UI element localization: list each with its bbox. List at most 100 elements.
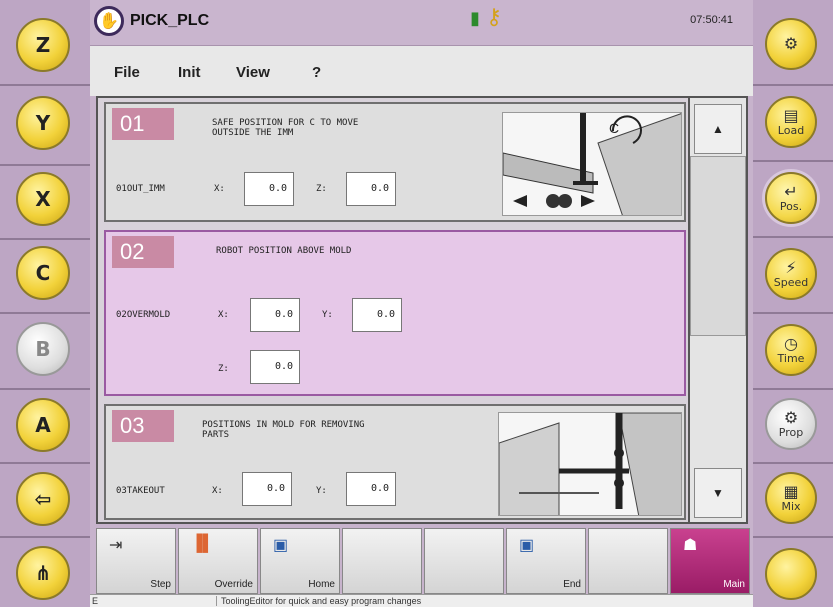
- menu-init[interactable]: Init: [178, 64, 201, 81]
- c-axis-icon: C: [35, 261, 51, 285]
- empty-toolbar-button[interactable]: [342, 528, 422, 594]
- y-field[interactable]: 0.0: [346, 472, 396, 506]
- prop-label: Prop: [778, 425, 804, 439]
- pos-button[interactable]: ↵ Pos.: [765, 172, 817, 224]
- blank-function-button[interactable]: [765, 548, 817, 600]
- mix-button[interactable]: ▦ Mix: [765, 472, 817, 524]
- gripper-rotate-button[interactable]: ⇦: [16, 472, 70, 526]
- status-indicator: E: [92, 596, 99, 606]
- status-icons: ▮ ⚷: [470, 4, 502, 30]
- app-title: PICK_PLC: [130, 12, 210, 29]
- gripper-button[interactable]: ⋔: [16, 546, 70, 600]
- robot-tool-icon: ⚙: [783, 34, 799, 53]
- load-label: Load: [777, 123, 805, 137]
- mix-label: Mix: [781, 499, 801, 513]
- z-axis-icon: Z: [35, 33, 51, 57]
- home-label: Home: [308, 579, 335, 590]
- main-label: Main: [723, 579, 745, 590]
- robot-illustration: [498, 412, 682, 516]
- end-icon: ▣: [519, 537, 535, 554]
- divider: [753, 84, 833, 86]
- divider: [0, 462, 90, 464]
- override-button[interactable]: ▐▌ Override: [178, 528, 258, 594]
- hand-mode-icon[interactable]: ✋: [94, 6, 124, 36]
- x-axis-icon: X: [35, 187, 51, 211]
- main-icon: ☗: [683, 537, 698, 554]
- divider: [0, 536, 90, 538]
- robot-illustration: C: [502, 112, 682, 216]
- b-axis-button[interactable]: B: [16, 322, 70, 376]
- position-name: 02OVERMOLD: [116, 310, 171, 320]
- y-label: Y:: [316, 486, 327, 496]
- divider: [753, 536, 833, 538]
- c-axis-marker: C: [609, 120, 619, 136]
- z-field[interactable]: 0.0: [346, 172, 396, 206]
- scroll-down-button[interactable]: ▼: [694, 468, 742, 518]
- empty-toolbar-button[interactable]: [424, 528, 504, 594]
- scroll-up-button[interactable]: ▲: [694, 104, 742, 154]
- speed-button[interactable]: ⚡ Speed: [765, 248, 817, 300]
- override-label: Override: [214, 579, 253, 590]
- divider: [753, 160, 833, 162]
- gripper-icon: ⋔: [34, 561, 52, 585]
- x-field[interactable]: 0.0: [244, 172, 294, 206]
- menu-help[interactable]: ?: [312, 64, 321, 81]
- c-axis-button[interactable]: C: [16, 246, 70, 300]
- position-list: 01 SAFE POSITION FOR C TO MOVE OUTSIDE T…: [96, 96, 690, 524]
- x-field[interactable]: 0.0: [250, 298, 300, 332]
- a-axis-button[interactable]: A: [16, 398, 70, 452]
- divider: [0, 84, 90, 86]
- step-description: ROBOT POSITION ABOVE MOLD: [216, 246, 352, 256]
- divider: [0, 238, 90, 240]
- robot-in-mold-image: [499, 413, 681, 515]
- y-axis-button[interactable]: Y: [16, 96, 70, 150]
- menu-view[interactable]: View: [236, 64, 270, 81]
- step-button[interactable]: ⇥ Step: [96, 528, 176, 594]
- position-card-03[interactable]: 03 POSITIONS IN MOLD FOR REMOVING PARTS …: [104, 404, 686, 520]
- bottom-toolbar: ⇥ Step ▐▌ Override ▣ Home ▣ End ☗ Main: [96, 528, 752, 594]
- position-card-01[interactable]: 01 SAFE POSITION FOR C TO MOVE OUTSIDE T…: [104, 102, 686, 222]
- pos-label: Pos.: [779, 199, 803, 213]
- robot-arm-outside-image: C: [503, 113, 681, 215]
- b-axis-icon: B: [35, 337, 51, 361]
- divider: [0, 312, 90, 314]
- prop-icon: ⚙: [783, 407, 799, 427]
- step-number: 01: [112, 108, 174, 140]
- mix-icon: ▦: [783, 481, 799, 501]
- bar-chart-icon: ▐▌: [191, 535, 214, 552]
- position-card-02[interactable]: 02 ROBOT POSITION ABOVE MOLD 02OVERMOLD …: [104, 230, 686, 396]
- step-icon: ⇥: [109, 537, 123, 554]
- x-field[interactable]: 0.0: [242, 472, 292, 506]
- end-button[interactable]: ▣ End: [506, 528, 586, 594]
- time-button[interactable]: ◷ Time: [765, 324, 817, 376]
- position-name: 01OUT_IMM: [116, 184, 165, 194]
- z-axis-button[interactable]: Z: [16, 18, 70, 72]
- z-label: Z:: [316, 184, 327, 194]
- scroll-thumb[interactable]: [690, 156, 746, 336]
- divider: [753, 236, 833, 238]
- load-button[interactable]: ▤ Load: [765, 96, 817, 148]
- step-description: POSITIONS IN MOLD FOR REMOVING PARTS: [202, 420, 365, 440]
- divider: [753, 312, 833, 314]
- home-button[interactable]: ▣ Home: [260, 528, 340, 594]
- speed-icon: ⚡: [785, 257, 797, 277]
- y-field[interactable]: 0.0: [352, 298, 402, 332]
- prop-button[interactable]: ⚙ Prop: [765, 398, 817, 450]
- status-bar: E ToolingEditor for quick and easy progr…: [90, 594, 753, 607]
- right-function-rail: ⚙ ▤ Load ↵ Pos. ⚡ Speed ◷ Time ⚙ Prop ▦ Mix: [753, 0, 833, 607]
- empty-toolbar-button[interactable]: [588, 528, 668, 594]
- x-axis-button[interactable]: X: [16, 172, 70, 226]
- z-label: Z:: [218, 364, 229, 374]
- load-icon: ▤: [783, 105, 799, 125]
- robot-tool-button[interactable]: ⚙: [765, 18, 817, 70]
- clock: 07:50:41: [690, 14, 733, 26]
- left-axis-rail: Z Y X C B A ⇦ ⋔: [0, 0, 90, 607]
- z-field[interactable]: 0.0: [250, 350, 300, 384]
- y-axis-icon: Y: [35, 111, 51, 135]
- main-button[interactable]: ☗ Main: [670, 528, 750, 594]
- position-name: 03TAKEOUT: [116, 486, 165, 496]
- divider: [753, 388, 833, 390]
- x-label: X:: [214, 184, 225, 194]
- menu-file[interactable]: File: [114, 64, 140, 81]
- scrollbar[interactable]: ▲ ▼: [690, 96, 748, 524]
